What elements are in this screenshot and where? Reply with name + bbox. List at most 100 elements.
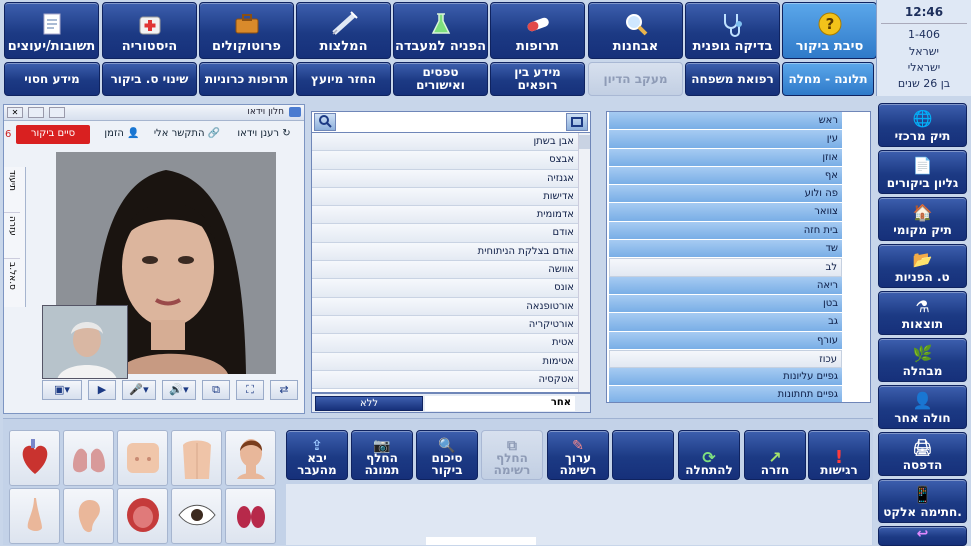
- close-icon[interactable]: ✕: [7, 107, 23, 118]
- tab-chronic-meds[interactable]: תרופות כרוניות: [199, 62, 294, 96]
- complaint-item[interactable]: אוושה: [312, 261, 578, 280]
- tab-inter-physician-info[interactable]: מידע בין רופאים: [490, 62, 585, 96]
- toolbar-physical-exam[interactable]: בדיקה גופנית: [685, 2, 780, 59]
- tab-consultant-return[interactable]: החזר מיועץ: [296, 62, 391, 96]
- side-tab-help[interactable]: עזרה: [4, 213, 20, 259]
- camera-select-button[interactable]: ▣▾: [42, 380, 82, 400]
- none-button[interactable]: ללא: [315, 396, 423, 411]
- invite-button[interactable]: הזמן 👤: [96, 125, 148, 144]
- body-part-item[interactable]: גפיים עליונות: [609, 368, 842, 387]
- body-part-item[interactable]: לב: [609, 258, 842, 277]
- fullscreen-button[interactable]: ⛶: [236, 380, 264, 400]
- body-icon-back[interactable]: [171, 430, 222, 486]
- mic-button[interactable]: 🎤▾: [122, 380, 156, 400]
- refresh-video-button[interactable]: רענן וידאו ↻: [226, 125, 302, 144]
- body-part-item[interactable]: בטן: [609, 294, 842, 314]
- allergies-button[interactable]: ! רגישות: [808, 430, 870, 480]
- toolbar-lab-referral[interactable]: הפניה למעבדה: [393, 2, 488, 59]
- nav-back[interactable]: ↩: [878, 526, 967, 546]
- toolbar-visit-reason[interactable]: ? סיבת ביקור: [782, 2, 877, 59]
- tab-discussion-followup[interactable]: מעקב הדיון: [588, 62, 683, 96]
- body-icon-nose[interactable]: [9, 488, 60, 544]
- nav-central-file[interactable]: 🌐 תיק מרכזי: [878, 103, 967, 147]
- tab-forms-approvals[interactable]: טפסים ואישורים: [393, 62, 488, 96]
- nav-visits-sheet[interactable]: 📄 גליון ביקורים: [878, 150, 967, 194]
- body-icon-heart[interactable]: [9, 430, 60, 486]
- toolbar-recommendations[interactable]: המלצות: [296, 2, 391, 59]
- complaint-item[interactable]: אורטיקריה: [312, 315, 578, 335]
- body-part-item[interactable]: שד: [609, 240, 842, 259]
- body-icon-mouth[interactable]: [117, 488, 168, 544]
- visit-summary-button[interactable]: 🔍 סיכום ביקור: [416, 430, 478, 480]
- layout-button[interactable]: ⇄: [270, 380, 298, 400]
- scrollbar[interactable]: [578, 133, 590, 392]
- speaker-button[interactable]: 🔊▾: [162, 380, 196, 400]
- nav-local-file[interactable]: 🏠 תיק מקומי: [878, 197, 967, 241]
- complaint-item[interactable]: אדישות: [312, 187, 578, 207]
- complaint-item[interactable]: אודם: [312, 224, 578, 243]
- toolbar-protocols[interactable]: פרוטוקולים: [199, 2, 294, 59]
- body-part-item[interactable]: ריאה: [609, 276, 842, 295]
- body-part-item[interactable]: גב: [609, 313, 842, 332]
- notes-input[interactable]: [426, 537, 536, 545]
- import-from-past-button[interactable]: ⇪ יבא מהעבר: [286, 430, 348, 480]
- tab-complaint-illness[interactable]: תלונה - מחלה: [782, 62, 874, 96]
- maximize-icon[interactable]: [28, 107, 44, 118]
- complaint-item[interactable]: אטימות: [312, 352, 578, 371]
- nav-other-patient[interactable]: 👤 חולה אחר: [878, 385, 967, 429]
- body-part-item[interactable]: עין: [609, 130, 842, 149]
- toolbar-answers-consults[interactable]: תשובות/יעוצים: [4, 2, 99, 59]
- body-icon-eye[interactable]: [171, 488, 222, 544]
- body-icon-chest[interactable]: [117, 430, 168, 486]
- toolbar-medications[interactable]: תרופות: [490, 2, 585, 59]
- nav-alarm[interactable]: 🌿 מבהלה: [878, 338, 967, 382]
- toolbar-history[interactable]: היסטוריה: [102, 2, 197, 59]
- complaint-item[interactable]: אודם בצלקת הניתוחית: [312, 242, 578, 262]
- complaint-item[interactable]: אבן בשתן: [312, 133, 578, 152]
- complaint-item[interactable]: אורטופנאה: [312, 297, 578, 316]
- tab-change-visit-type[interactable]: שינוי ס. ביקור: [102, 62, 197, 96]
- body-part-item[interactable]: פה ולוע: [609, 185, 842, 204]
- complaint-item[interactable]: אדמומית: [312, 206, 578, 225]
- search-input[interactable]: [340, 113, 566, 131]
- body-part-item[interactable]: ראש: [609, 112, 842, 131]
- side-tab-salb[interactable]: ס.אל.ב: [4, 259, 20, 305]
- tab-family-medicine[interactable]: רפואת משפחה: [685, 62, 780, 96]
- body-icon-kidneys[interactable]: [225, 488, 276, 544]
- blank-button[interactable]: [612, 430, 674, 480]
- toolbar-diagnoses[interactable]: אבחנות: [588, 2, 683, 59]
- body-part-item[interactable]: בית חזה: [609, 221, 842, 241]
- body-part-item[interactable]: אף: [609, 166, 842, 186]
- body-part-item[interactable]: עורף: [609, 331, 842, 350]
- replace-image-button[interactable]: 📷 החלף תמונה: [351, 430, 413, 480]
- nav-referrals-form[interactable]: 📂 ט. הפניות: [878, 244, 967, 288]
- body-part-item[interactable]: צוואר: [609, 203, 842, 222]
- video-toggle-button[interactable]: ▶: [88, 380, 116, 400]
- complaint-item[interactable]: אבצס: [312, 151, 578, 170]
- nav-electronic-signature[interactable]: 📱 חתימה אלקט.: [878, 479, 967, 523]
- body-part-item[interactable]: גפיים תחתונות: [609, 386, 842, 402]
- back-button[interactable]: ↗ חזרה: [744, 430, 806, 480]
- complaint-item[interactable]: אטקסיה: [312, 370, 578, 390]
- replace-list-button[interactable]: ⧉ החלף רשימה: [481, 430, 543, 480]
- nav-results[interactable]: ⚗ תוצאות: [878, 291, 967, 335]
- body-icon-lungs[interactable]: [63, 430, 114, 486]
- tab-confidential-info[interactable]: מידע חסוי: [4, 62, 100, 96]
- body-part-item[interactable]: עכוז: [609, 349, 842, 369]
- screen-share-button[interactable]: ⧉: [202, 380, 230, 400]
- complaint-item[interactable]: אגנזיה: [312, 169, 578, 188]
- search-button[interactable]: [314, 113, 336, 131]
- body-icon-ear[interactable]: [63, 488, 114, 544]
- body-part-item[interactable]: אוזן: [609, 148, 842, 167]
- edit-list-button[interactable]: ✎ ערוך רשימה: [547, 430, 609, 480]
- minimize-icon[interactable]: [49, 107, 65, 118]
- body-icon-head[interactable]: [225, 430, 276, 486]
- list-view-button[interactable]: [566, 113, 588, 131]
- nav-print[interactable]: 🖨 הדפסה: [878, 432, 967, 476]
- complaint-item[interactable]: אטית: [312, 334, 578, 353]
- side-tab-docs[interactable]: תיעוד: [4, 167, 20, 213]
- end-visit-button[interactable]: סיים ביקור: [16, 125, 90, 144]
- call-me-button[interactable]: התקשר אלי 🔗: [152, 125, 222, 144]
- complaint-item[interactable]: אונס: [312, 279, 578, 298]
- other-field[interactable]: אחר: [425, 396, 575, 411]
